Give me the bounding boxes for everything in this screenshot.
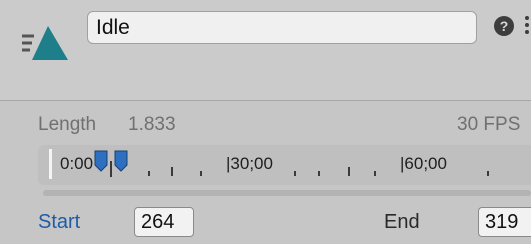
end-frame-field[interactable] [478,207,531,237]
timeline-scrollbar[interactable] [43,190,531,196]
timeline-tick [200,171,202,176]
timeline-ruler[interactable]: 0:00 |30;00 |60;00 [38,145,531,185]
start-marker-icon[interactable] [94,149,108,173]
timeline-label-30: |30;00 [226,154,273,173]
timeline-cursor [49,149,52,179]
timeline-tick [294,171,296,176]
fps-label: 30 FPS [457,114,521,135]
length-label: Length [38,114,97,135]
end-label: End [384,211,420,233]
timeline-tick [374,171,376,176]
timeline-tick [171,167,173,176]
start-frame-field[interactable] [134,207,194,237]
timeline-label-start: 0:00 [60,154,94,173]
clip-name-field[interactable] [87,11,477,44]
timeline-tick [348,167,350,176]
length-value: 1.833 [128,114,176,135]
animation-clip-icon [22,26,68,60]
timeline-tick [487,171,489,176]
end-marker-icon[interactable] [114,149,128,173]
timeline-tick [110,161,112,177]
timeline-tick [318,171,320,176]
timeline-tick [148,171,150,176]
start-label: Start [38,211,81,233]
more-menu-icon[interactable] [523,16,531,36]
timeline-label-60: |60;00 [400,154,447,173]
help-icon[interactable]: ? [494,16,514,36]
